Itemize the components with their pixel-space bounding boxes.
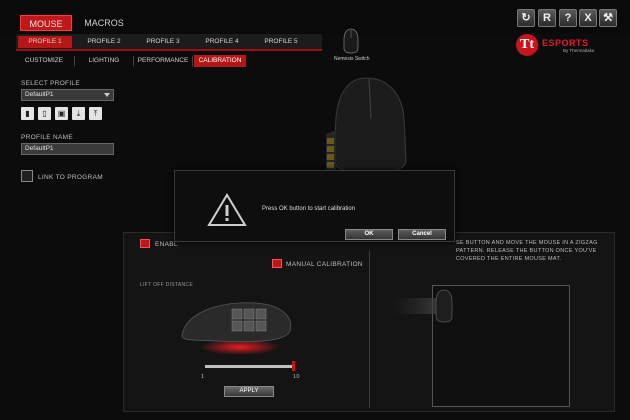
profile-select-value: DefaultP1 xyxy=(25,91,54,98)
tab-profile-5[interactable]: PROFILE 5 xyxy=(255,36,307,48)
slider-max-label: 10 xyxy=(293,374,300,380)
tab-profile-3[interactable]: PROFILE 3 xyxy=(137,36,189,48)
tab-separator xyxy=(74,56,75,66)
profile-select[interactable]: DefaultP1 xyxy=(21,89,114,101)
export-profile-icon[interactable]: ⤒ xyxy=(89,107,102,120)
lift-off-distance-label: LIFT OFF DISTANCE xyxy=(140,282,193,288)
lift-off-slider-track[interactable] xyxy=(205,365,293,368)
tab-customize[interactable]: CUSTOMIZE xyxy=(20,55,68,67)
mouse-top-view-image xyxy=(326,77,407,174)
help-button[interactable]: ? xyxy=(559,9,577,27)
copy-profile-icon[interactable]: ▣ xyxy=(55,107,68,120)
refresh-button[interactable]: ↻ xyxy=(517,9,535,27)
tools-button[interactable]: ⚒ xyxy=(599,9,617,27)
tab-profile-1[interactable]: PROFILE 1 xyxy=(18,36,72,48)
tab-mouse[interactable]: MOUSE xyxy=(20,15,72,31)
logo-byline: By Thermaltake xyxy=(563,48,595,53)
manual-calibration-checkbox[interactable] xyxy=(272,259,282,268)
sub-tab-bar: CUSTOMIZE LIGHTING PERFORMANCE CALIBRATI… xyxy=(16,55,316,69)
moving-mouse-image xyxy=(392,289,453,323)
chevron-down-icon xyxy=(104,93,110,97)
tt-logo-icon: Tt xyxy=(516,34,538,56)
tab-calibration[interactable]: CALIBRATION xyxy=(194,55,246,67)
enable-checkbox[interactable] xyxy=(140,239,150,248)
close-button[interactable]: X xyxy=(579,9,597,27)
tab-macros[interactable]: MACROS xyxy=(82,15,126,31)
profile-bar-underline xyxy=(16,49,322,51)
mouse-side-view-image xyxy=(181,302,292,355)
tab-performance[interactable]: PERFORMANCE xyxy=(136,55,190,67)
new-profile-icon[interactable]: ▮ xyxy=(21,107,34,120)
dialog-message: Press OK button to start calibration xyxy=(262,206,356,212)
panel-divider xyxy=(369,250,370,408)
profile-tab-bar: PROFILE 1 PROFILE 2 PROFILE 3 PROFILE 4 … xyxy=(16,34,322,51)
profile-name-label: PROFILE NAME xyxy=(21,134,73,141)
apply-button[interactable]: APPLY xyxy=(224,386,274,397)
link-to-program-checkbox[interactable] xyxy=(21,170,33,182)
calibration-instructions: SE BUTTON AND MOVE THE MOUSE IN A ZIGZAG… xyxy=(456,240,598,262)
import-profile-icon[interactable]: ⤓ xyxy=(72,107,85,120)
manual-calibration-label: MANUAL CALIBRATION xyxy=(286,261,363,268)
device-switch-mouse-icon[interactable] xyxy=(343,28,359,54)
tab-profile-2[interactable]: PROFILE 2 xyxy=(78,36,130,48)
tab-separator xyxy=(192,56,193,66)
slider-min-label: 1 xyxy=(201,374,205,380)
enable-label: ENABL xyxy=(155,241,178,248)
ok-button[interactable]: OK xyxy=(345,229,393,240)
select-profile-label: SELECT PROFILE xyxy=(21,80,80,87)
device-label: Nemesis Switch xyxy=(334,56,370,62)
link-to-program-label: LINK TO PROGRAM xyxy=(38,174,103,181)
delete-profile-icon[interactable]: ▯ xyxy=(38,107,51,120)
tab-profile-4[interactable]: PROFILE 4 xyxy=(196,36,248,48)
warning-icon xyxy=(207,193,247,226)
reset-button[interactable]: R xyxy=(538,9,556,27)
profile-name-input[interactable]: DefaultP1 xyxy=(21,143,114,155)
calibration-dialog: Press OK button to start calibration OK … xyxy=(174,170,455,242)
thermaltake-logo: Tt ESPORTS By Thermaltake xyxy=(516,34,616,62)
logo-brand: ESPORTS xyxy=(542,38,589,48)
tab-separator xyxy=(133,56,134,66)
lift-off-slider-thumb[interactable] xyxy=(292,361,295,371)
cancel-button[interactable]: Cancel xyxy=(398,229,446,240)
tab-lighting[interactable]: LIGHTING xyxy=(78,55,130,67)
